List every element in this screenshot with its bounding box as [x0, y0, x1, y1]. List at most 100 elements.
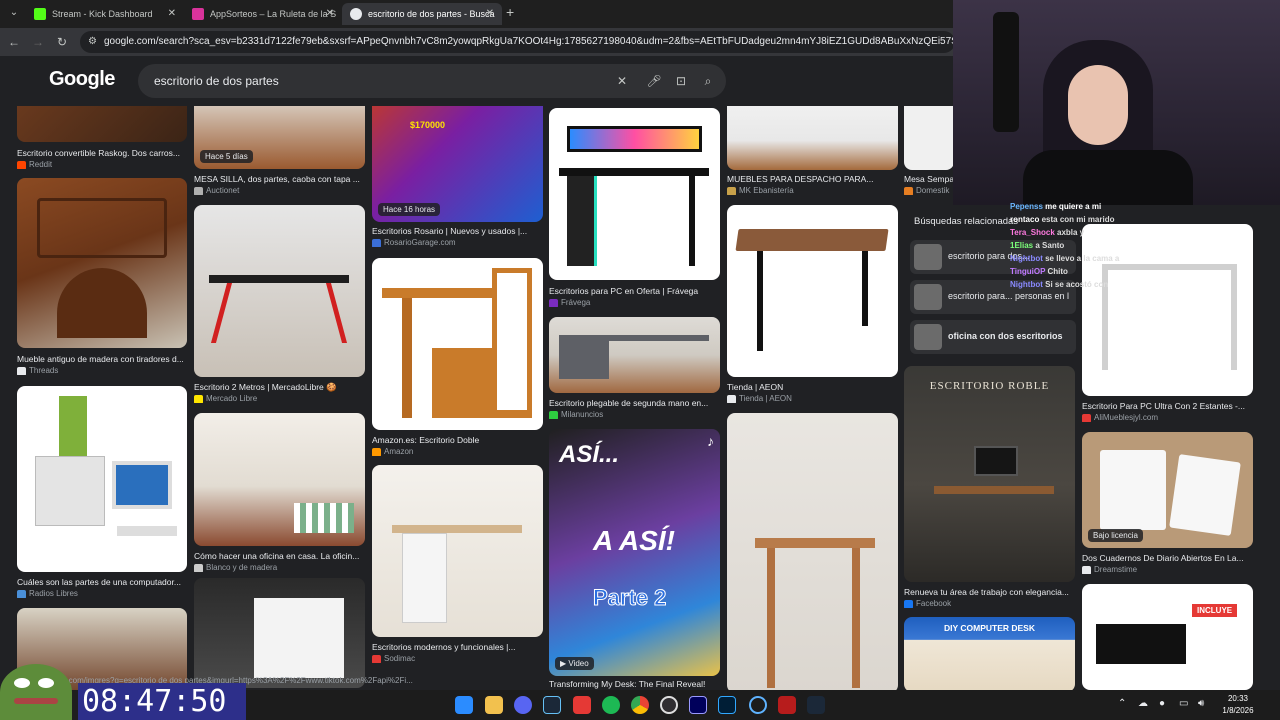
- back-icon[interactable]: ←: [6, 34, 22, 50]
- image-result[interactable]: Tienda | AEON Tienda | AEON: [727, 205, 898, 405]
- app-icon[interactable]: [573, 696, 591, 714]
- result-image[interactable]: [904, 106, 954, 170]
- image-result[interactable]: ASÍ... A ASÍ! Parte 2 ♪ ▶ Video Transfor…: [549, 429, 720, 690]
- image-result[interactable]: Hace 5 días MESA SILLA, dos partes, caob…: [194, 106, 365, 195]
- image-result[interactable]: Mesa Sempa... Domestik: [904, 106, 954, 195]
- obs-icon[interactable]: [660, 696, 678, 714]
- result-source[interactable]: RosarioGarage.com: [372, 238, 543, 247]
- result-caption[interactable]: Escritorio convertible Raskog. Dos carro…: [17, 148, 187, 158]
- image-result[interactable]: Amazon.es: Escritorio Doble Amazon: [372, 258, 543, 458]
- google-logo[interactable]: Google: [49, 68, 115, 91]
- chrome-icon[interactable]: [631, 696, 649, 714]
- result-image[interactable]: INCLUYE: [1082, 584, 1253, 690]
- image-result[interactable]: Escritorio convertible Raskog. Dos carro…: [17, 106, 187, 171]
- image-result[interactable]: Mueble antiguo de madera con tiradores d…: [17, 178, 187, 378]
- close-tab-icon[interactable]: ✕: [168, 3, 176, 25]
- tab-search-icon[interactable]: ⌄: [6, 5, 22, 21]
- result-caption[interactable]: Escritorios para PC en Oferta | Frávega: [549, 286, 720, 296]
- result-image[interactable]: DIY COMPUTER DESK: [904, 617, 1075, 690]
- image-result[interactable]: INCLUYE: [1082, 584, 1253, 690]
- steam-icon[interactable]: [543, 696, 561, 714]
- tray-chevron-icon[interactable]: ⌃: [1118, 698, 1126, 709]
- result-caption[interactable]: Cuáles son las partes de una computador.…: [17, 577, 187, 587]
- onedrive-icon[interactable]: ☁: [1138, 698, 1148, 709]
- image-result[interactable]: DIY COMPUTER DESK: [904, 617, 1075, 690]
- result-caption[interactable]: Mesa Sempa...: [904, 174, 954, 184]
- network-icon[interactable]: ▭: [1179, 698, 1188, 709]
- volume-icon[interactable]: 🔊︎: [1198, 698, 1204, 709]
- result-image[interactable]: ESCRITORIO ROBLE: [904, 366, 1075, 582]
- result-source[interactable]: Blanco y de madera: [194, 563, 365, 572]
- result-caption[interactable]: Renueva tu área de trabajo con elegancia…: [904, 587, 1075, 597]
- premiere-icon[interactable]: [689, 696, 707, 714]
- result-caption[interactable]: Escritorio Para PC Ultra Con 2 Estantes …: [1082, 401, 1253, 411]
- windows-icon[interactable]: [455, 696, 473, 714]
- tab-kick-dashboard[interactable]: Stream - Kick Dashboard ✕: [26, 3, 184, 25]
- image-result[interactable]: MUEBLES PARA DESPACHO PARA... MK Ebanist…: [727, 106, 898, 195]
- result-caption[interactable]: Escritorio 2 Metros | MercadoLibre 🍪: [194, 382, 365, 393]
- result-image[interactable]: [372, 465, 543, 637]
- image-result[interactable]: Cuáles son las partes de una computador.…: [17, 386, 187, 601]
- result-caption[interactable]: MUEBLES PARA DESPACHO PARA...: [727, 174, 898, 184]
- search-icon[interactable]: ⌕: [700, 73, 716, 89]
- result-caption[interactable]: Tienda | AEON: [727, 382, 898, 392]
- result-source[interactable]: Frávega: [549, 298, 720, 307]
- result-source[interactable]: Dreamstime: [1082, 565, 1253, 574]
- image-result[interactable]: [727, 413, 898, 690]
- result-image[interactable]: $170000 Hace 16 horas: [372, 106, 543, 222]
- result-image[interactable]: Bajo licencia: [1082, 432, 1253, 548]
- new-tab-button[interactable]: +: [506, 4, 514, 20]
- spotify-icon[interactable]: [602, 696, 620, 714]
- clear-search-icon[interactable]: ✕: [614, 73, 630, 89]
- result-image[interactable]: [727, 106, 898, 170]
- result-source[interactable]: Mercado Libre: [194, 394, 365, 403]
- result-caption[interactable]: Amazon.es: Escritorio Doble: [372, 435, 543, 445]
- result-caption[interactable]: Cómo hacer una oficina en casa. La ofici…: [194, 551, 365, 561]
- result-caption[interactable]: Escritorios Rosario | Nuevos y usados |.…: [372, 226, 543, 236]
- stream-app-icon[interactable]: [778, 696, 796, 714]
- result-image[interactable]: [372, 258, 543, 430]
- address-bar[interactable]: ⚙ google.com/search?sca_esv=b2331d7122fe…: [80, 31, 955, 53]
- result-image[interactable]: [17, 106, 187, 142]
- discord-icon[interactable]: [514, 696, 532, 714]
- result-image[interactable]: [194, 578, 365, 688]
- microphone-icon[interactable]: ●: [1159, 698, 1165, 709]
- image-result[interactable]: Escritorio plegable de segunda mano en..…: [549, 317, 720, 427]
- steam-alt-icon[interactable]: [807, 696, 825, 714]
- result-source[interactable]: Amazon: [372, 447, 543, 456]
- result-source[interactable]: Reddit: [17, 160, 187, 169]
- result-image[interactable]: [17, 178, 187, 348]
- result-source[interactable]: Domestik: [904, 186, 954, 195]
- result-source[interactable]: AliMueblesjyl.com: [1082, 413, 1253, 422]
- result-caption[interactable]: Escritorio plegable de segunda mano en..…: [549, 398, 720, 408]
- reload-icon[interactable]: ↻: [54, 34, 70, 50]
- result-image[interactable]: [549, 317, 720, 393]
- image-result[interactable]: Escritorios modernos y funcionales |... …: [372, 465, 543, 665]
- voice-search-icon[interactable]: 🎤︎: [646, 73, 662, 89]
- result-image[interactable]: [727, 205, 898, 377]
- image-result[interactable]: Bajo licencia Dos Cuadernos De Diario Ab…: [1082, 432, 1253, 574]
- result-caption[interactable]: Dos Cuadernos De Diario Abiertos En La..…: [1082, 553, 1253, 563]
- image-result[interactable]: $170000 Hace 16 horas Escritorios Rosari…: [372, 106, 543, 247]
- related-search-item[interactable]: oficina con dos escritorios: [910, 320, 1076, 354]
- system-clock[interactable]: 20:33 1/8/2026: [1218, 693, 1258, 717]
- result-source[interactable]: Radios Libres: [17, 589, 187, 598]
- result-image[interactable]: [17, 386, 187, 572]
- result-source[interactable]: Threads: [17, 366, 187, 375]
- refresh-app-icon[interactable]: [749, 696, 767, 714]
- image-result[interactable]: Escritorios para PC en Oferta | Frávega …: [549, 108, 720, 308]
- result-image[interactable]: [194, 413, 365, 546]
- result-caption[interactable]: MESA SILLA, dos partes, caoba con tapa .…: [194, 174, 365, 184]
- search-input[interactable]: escritorio de dos partes: [154, 64, 279, 98]
- image-result[interactable]: Cómo hacer una oficina en casa. La ofici…: [194, 413, 365, 573]
- result-caption[interactable]: Escritorios modernos y funcionales |...: [372, 642, 543, 652]
- explorer-icon[interactable]: [485, 696, 503, 714]
- search-box[interactable]: escritorio de dos partes ✕ 🎤︎ ⊡ ⌕: [138, 64, 726, 98]
- result-image[interactable]: Hace 5 días: [194, 106, 365, 169]
- result-caption[interactable]: Mueble antiguo de madera con tiradores d…: [17, 354, 187, 364]
- result-source[interactable]: Facebook: [904, 599, 1075, 608]
- result-source[interactable]: Milanuncios: [549, 410, 720, 419]
- photoshop-icon[interactable]: [718, 696, 736, 714]
- tab-google-search[interactable]: escritorio de dos partes - Busca ✕: [342, 3, 502, 25]
- result-source[interactable]: Sodimac: [372, 654, 543, 663]
